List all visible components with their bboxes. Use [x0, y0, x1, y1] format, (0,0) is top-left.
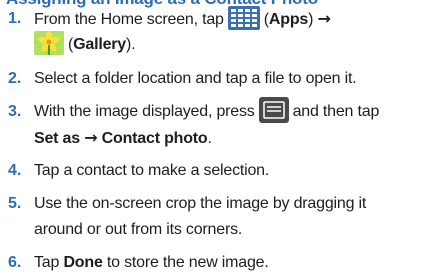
step-text: Select a folder location and tap a file …	[34, 70, 357, 87]
step-text: With the image displayed, press and then…	[34, 97, 438, 123]
step-text: Tap Done to store the new image.	[34, 254, 269, 271]
step-6: 6. Tap Done to store the new image.	[0, 252, 442, 276]
step-1: 1. From the Home screen, tap (Apps) →	[0, 5, 442, 32]
step-5: 5. Use the on-screen crop the image by d…	[0, 193, 442, 217]
step-3-continued: Set as → Contact photo.	[0, 127, 442, 151]
step-text: around or out from its corners.	[34, 221, 243, 238]
step-number: 3.	[8, 103, 22, 120]
step-2: 2. Select a folder location and tap a fi…	[0, 68, 442, 92]
step-text: Use the on-screen crop the image by drag…	[34, 195, 367, 212]
step-3: 3. With the image displayed, press and t…	[0, 97, 442, 125]
step-number: 6.	[8, 254, 22, 271]
step-text: Tap a contact to make a selection.	[34, 162, 270, 179]
gallery-icon	[34, 30, 64, 55]
step-4: 4. Tap a contact to make a selection.	[0, 160, 442, 184]
step-number: 1.	[8, 10, 22, 27]
step-number: 4.	[8, 162, 22, 179]
step-text: Set as → Contact photo.	[34, 128, 212, 147]
step-1-continued: (Gallery).	[0, 30, 442, 58]
apps-grid-icon	[227, 5, 260, 30]
step-5-continued: around or out from its corners.	[0, 219, 442, 243]
step-text: From the Home screen, tap (Apps) →	[34, 5, 438, 31]
step-number: 5.	[8, 195, 22, 212]
step-text: (Gallery).	[34, 30, 438, 56]
step-number: 2.	[8, 70, 22, 87]
menu-key-icon	[258, 97, 289, 123]
